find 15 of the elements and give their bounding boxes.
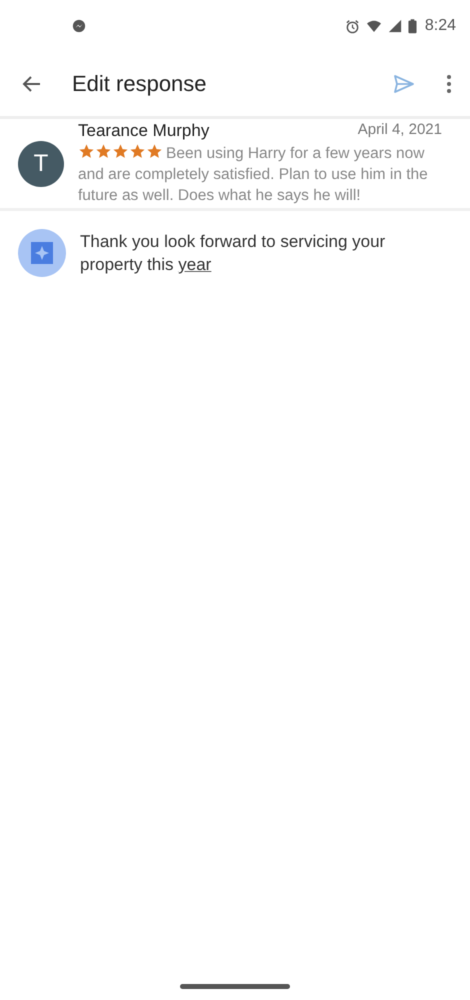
wifi-icon	[366, 18, 382, 34]
send-icon	[392, 72, 416, 96]
review-date: April 4, 2021	[358, 121, 442, 140]
signal-icon	[388, 19, 402, 33]
clock-time: 8:24	[424, 17, 456, 35]
reviewer-name: Tearance Murphy	[78, 121, 210, 141]
screen-title: Edit response	[72, 71, 207, 97]
avatar: T	[18, 141, 64, 187]
messenger-icon	[72, 19, 86, 33]
response-field[interactable]: Thank you look forward to servicing your property this year	[80, 230, 442, 277]
battery-icon	[408, 18, 417, 34]
review-text: Been using Harry for a few years now and are completely satisfied. Plan to use him in the future as well. Does what he says he will!	[78, 145, 428, 204]
business-icon	[18, 229, 66, 277]
more-icon	[446, 74, 452, 94]
alarm-icon	[344, 18, 360, 34]
